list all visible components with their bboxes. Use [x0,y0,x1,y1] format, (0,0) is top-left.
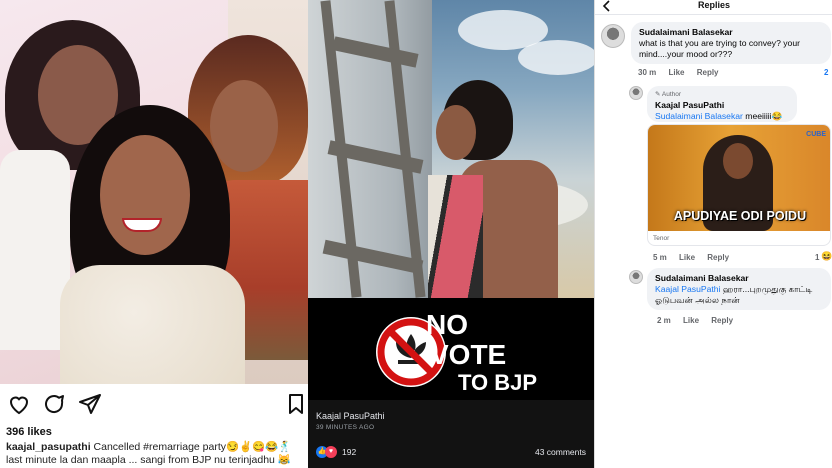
header-divider [595,14,832,15]
reply-link[interactable]: Reply [707,253,729,262]
comment-meta: 5 m Like Reply [653,253,739,262]
comments-count[interactable]: 43 comments [535,447,586,457]
love-reaction-icon: ♥ [325,446,337,458]
post-time: 39 MINUTES AGO [316,424,375,431]
comment-bubble: Sudalaimani Balasekar Kaajal PasuPathi ஹ… [647,268,831,310]
author-badge: ✎ Author [655,91,682,98]
like-link[interactable]: Like [679,253,695,262]
facebook-post-photo[interactable] [308,0,594,298]
bookmark-icon[interactable] [284,392,308,416]
comment-tag[interactable]: Kaajal PasuPathi [655,284,720,294]
comment-icon[interactable] [42,392,66,416]
reply-link[interactable]: Reply [711,316,733,325]
heart-icon[interactable] [7,392,31,416]
avatar[interactable] [601,24,625,48]
instagram-post-panel: 396 likes kaajal_pasupathi Cancelled #re… [0,0,308,468]
post-caption: kaajal_pasupathi Cancelled #remarriage p… [6,441,304,467]
instagram-action-bar [0,384,308,424]
comment-meta: 2 m Like Reply [657,316,743,325]
comment-time: 5 m [653,253,667,262]
author-badge-label: Author [661,91,682,98]
replies-title: Replies [697,0,730,10]
replies-header: Replies [595,0,832,14]
no-vote-banner: NO VOTE TO BJP [308,298,594,400]
saree [428,175,483,298]
gif-caption: APUDIYAE ODI POIDU [673,209,807,223]
no-vote-graphic: NO VOTE TO BJP [376,309,537,395]
gif-logo: CUBE [806,131,826,138]
gif-attachment[interactable]: CUBE APUDIYAE ODI POIDU Tenor [647,124,831,246]
reactions-count: 192 [342,447,357,457]
comment-time: 2 m [657,316,671,325]
facebook-post-panel: NO VOTE TO BJP Kaajal PasuPathi 39 MINUT… [308,0,594,468]
replies-panel: Replies Sudalaimani Balasekar what is th… [594,0,832,468]
comment-text: meeiiiii😂 [745,111,783,121]
person-center-dress [60,265,245,384]
comment-meta: 30 m Like Reply [638,68,729,77]
comment-tag[interactable]: Sudalaimani Balasekar [655,111,743,121]
avatar[interactable] [629,270,643,284]
like-link[interactable]: Like [668,68,684,77]
haha-reaction-icon: 😆 [821,251,832,261]
caption-end-emoji: 😹 [277,454,291,466]
comment-text: what is that you are trying to convey? y… [639,38,800,59]
likes-count[interactable]: 396 likes [6,426,52,438]
reaction-count[interactable]: 2 [824,68,828,77]
caption-text-1: Cancelled #remarriage party [93,441,227,453]
gif-image: CUBE APUDIYAE ODI POIDU [648,125,830,231]
post-author[interactable]: Kaajal PasuPathi [316,411,385,421]
comment-author[interactable]: Sudalaimani Balasekar [639,27,823,38]
gif-person-face [723,143,753,179]
cloud [518,40,594,75]
comment-bubble: Sudalaimani Balasekar what is that you a… [631,22,831,64]
comment-time: 30 m [638,68,657,77]
woman-face [436,105,476,160]
banner-vote: VOTE [430,339,506,370]
instagram-selfie-photo[interactable] [0,0,308,384]
caption-username[interactable]: kaajal_pasupathi [6,441,91,453]
gif-source: Tenor [653,235,670,242]
reply-link[interactable]: Reply [697,68,719,77]
reaction-count[interactable]: 1 [815,253,819,262]
comment-author[interactable]: Kaajal PasuPathi [655,100,789,111]
caption-text-2: last minute la dan maapla ... sangi from… [6,454,275,466]
banner-to-bjp: TO BJP [458,370,537,395]
facebook-post-meta: Kaajal PasuPathi 39 MINUTES AGO 👍 ♥ 192 … [308,400,594,468]
share-send-icon[interactable] [78,392,102,416]
banner-no: NO [426,309,468,340]
person-center-face [100,135,190,255]
avatar[interactable] [629,86,643,100]
like-link[interactable]: Like [683,316,699,325]
comment-bubble: ✎ Author Kaajal PasuPathi Sudalaimani Ba… [647,86,797,122]
caption-emojis: 😏✌😋😂🕺 [226,441,292,453]
comment-author[interactable]: Sudalaimani Balasekar [655,273,823,284]
person-right-face [210,80,278,172]
